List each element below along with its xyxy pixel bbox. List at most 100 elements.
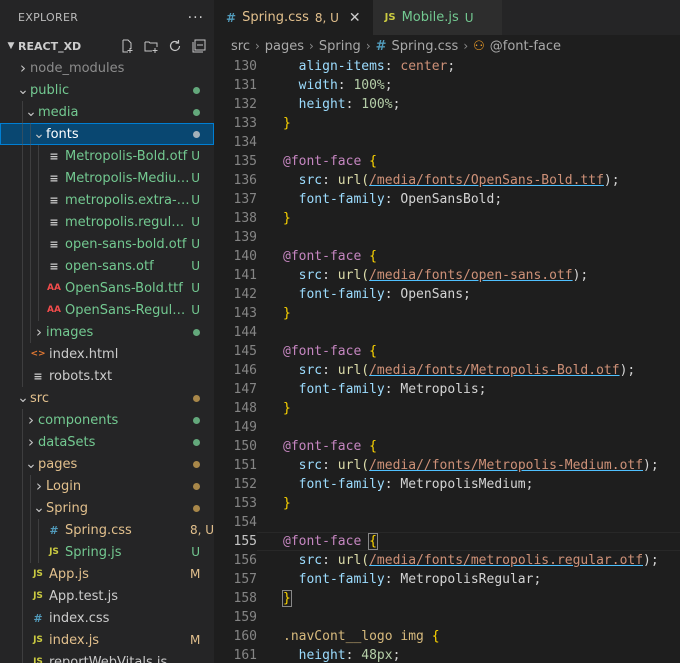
tab-spring-css[interactable]: # Spring.css 8, U ✕ xyxy=(214,0,373,35)
breadcrumb-item-pages[interactable]: pages xyxy=(265,39,304,54)
code-line[interactable]: 142 font-family: OpenSans; xyxy=(214,285,680,304)
indent-guide xyxy=(38,255,39,277)
code-line[interactable]: 156 src: url(/media/fonts/metropolis.reg… xyxy=(214,551,680,570)
breadcrumb-item-src[interactable]: src xyxy=(231,39,250,54)
file-item[interactable]: ≡ open-sans-bold.otf U xyxy=(0,233,214,255)
code-line[interactable]: 154 xyxy=(214,513,680,532)
file-item[interactable]: ≡ Metropolis-Medium....U xyxy=(0,167,214,189)
code-line[interactable]: 145 @font-face { xyxy=(214,342,680,361)
chevron-down-icon: ⌄ xyxy=(25,456,37,472)
line-number: 131 xyxy=(233,78,257,93)
file-item[interactable]: # index.css xyxy=(0,607,214,629)
breadcrumb-item-file[interactable]: Spring.css xyxy=(392,39,459,54)
indent-guide xyxy=(22,629,23,651)
code-text: src: url(/media/fonts/Metropolis-Bold.ot… xyxy=(257,363,636,378)
tab-mobile-js[interactable]: JS Mobile.js U xyxy=(372,0,502,35)
code-line[interactable]: 138} xyxy=(214,209,680,228)
file-item[interactable]: JS reportWebVitals.js xyxy=(0,651,214,663)
code-line[interactable]: 159 xyxy=(214,608,680,627)
indent-guide xyxy=(22,277,23,299)
indent-guide xyxy=(22,167,23,189)
file-item[interactable]: ≡ robots.txt xyxy=(0,365,214,387)
folder-item[interactable]: ⌄ public xyxy=(0,79,214,101)
code-line[interactable]: 152 font-family: MetropolisMedium; xyxy=(214,475,680,494)
code-line[interactable]: 131 width: 100%; xyxy=(214,76,680,95)
code-line[interactable]: 136 src: url(/media/fonts/OpenSans-Bold.… xyxy=(214,171,680,190)
code-token: ; xyxy=(392,97,401,112)
project-actions xyxy=(120,39,214,53)
folder-item[interactable]: › images xyxy=(0,321,214,343)
code-line[interactable]: 157 font-family: MetropolisRegular; xyxy=(214,570,680,589)
file-item[interactable]: JS App.js M xyxy=(0,563,214,585)
new-folder-icon[interactable] xyxy=(144,39,158,53)
code-line[interactable]: 147 font-family: Metropolis; xyxy=(214,380,680,399)
folder-item[interactable]: ⌄ pages xyxy=(0,453,214,475)
code-line[interactable]: 153} xyxy=(214,494,680,513)
code-line[interactable]: 130 align-items: center; xyxy=(214,57,680,76)
folder-item[interactable]: › dataSets xyxy=(0,431,214,453)
code-line[interactable]: 140 @font-face { xyxy=(214,247,680,266)
file-item[interactable]: <> index.html xyxy=(0,343,214,365)
close-icon[interactable]: ✕ xyxy=(349,10,361,26)
code-line[interactable]: 146 src: url(/media/fonts/Metropolis-Bol… xyxy=(214,361,680,380)
code-token: : xyxy=(322,458,338,473)
code-editor[interactable]: 130 align-items: center; 131 width: 100%;… xyxy=(214,57,680,663)
folder-item[interactable]: › Login xyxy=(0,475,214,497)
folder-item[interactable]: ⌄ fonts xyxy=(0,123,214,145)
file-item[interactable]: AA OpenSans-Bold.ttf U xyxy=(0,277,214,299)
file-item[interactable]: ≡ open-sans.otf U xyxy=(0,255,214,277)
file-item[interactable]: JS App.test.js xyxy=(0,585,214,607)
code-line[interactable]: 132 height: 100%; xyxy=(214,95,680,114)
code-line[interactable]: 137 font-family: OpenSansBold; xyxy=(214,190,680,209)
folder-item[interactable]: ⌄ Spring xyxy=(0,497,214,519)
code-line[interactable]: 148} xyxy=(214,399,680,418)
breadcrumb-item-spring[interactable]: Spring xyxy=(319,39,361,54)
file-item[interactable]: JS Spring.js U xyxy=(0,541,214,563)
indent-guide xyxy=(22,431,23,453)
code-line[interactable]: 139 xyxy=(214,228,680,247)
code-token: : xyxy=(337,78,354,93)
code-line[interactable]: 149 xyxy=(214,418,680,437)
new-file-icon[interactable] xyxy=(120,39,134,53)
file-item[interactable]: JS index.js M xyxy=(0,629,214,651)
code-line[interactable]: 144 xyxy=(214,323,680,342)
line-number: 156 xyxy=(233,553,257,568)
code-token: url( xyxy=(337,363,370,378)
file-item[interactable]: ≡ metropolis.regular.otfU xyxy=(0,211,214,233)
code-line[interactable]: 158} xyxy=(214,589,680,608)
code-token: 100% xyxy=(361,97,393,112)
code-line[interactable]: 135 @font-face { xyxy=(214,152,680,171)
more-actions-icon[interactable]: ··· xyxy=(188,10,204,26)
indent-guide xyxy=(22,541,23,563)
collapse-all-icon[interactable] xyxy=(192,39,206,53)
file-item[interactable]: ≡ Metropolis-Bold.otf U xyxy=(0,145,214,167)
code-token: /media/fonts/OpenSans-Bold.ttf xyxy=(369,173,604,188)
file-item[interactable]: # Spring.css 8, U xyxy=(0,519,214,541)
line-number: 155 xyxy=(233,534,257,549)
code-line[interactable]: 155 @font-face { xyxy=(214,532,680,551)
code-line[interactable]: 151 src: url(/media//fonts/Metropolis-Me… xyxy=(214,456,680,475)
refresh-icon[interactable] xyxy=(168,39,182,53)
code-line[interactable]: 133} xyxy=(214,114,680,133)
code-token: ; xyxy=(447,59,456,74)
code-line[interactable]: 161 height: 48px; xyxy=(214,646,680,663)
git-status-badge: U xyxy=(191,215,200,229)
code-line[interactable]: 160 .navCont__logo img { xyxy=(214,627,680,646)
breadcrumb-item-symbol[interactable]: @font-face xyxy=(490,39,561,54)
folder-item[interactable]: › node_modules xyxy=(0,57,214,79)
code-token: @font-face xyxy=(283,534,362,549)
indent-guide xyxy=(38,519,39,541)
folder-item[interactable]: ⌄ src xyxy=(0,387,214,409)
file-item[interactable]: ≡ metropolis.extra-bol...U xyxy=(0,189,214,211)
project-root[interactable]: ▼ REACT_XD xyxy=(0,35,214,57)
code-line[interactable]: 143} xyxy=(214,304,680,323)
folder-item[interactable]: › components xyxy=(0,409,214,431)
explorer-header: EXPLORER ··· xyxy=(0,0,214,35)
code-line[interactable]: 150 @font-face { xyxy=(214,437,680,456)
folder-item[interactable]: ⌄ media xyxy=(0,101,214,123)
file-item[interactable]: AA OpenSans-Regular.ttf U xyxy=(0,299,214,321)
code-line[interactable]: 134 xyxy=(214,133,680,152)
code-line[interactable]: 141 src: url(/media/fonts/open-sans.otf)… xyxy=(214,266,680,285)
